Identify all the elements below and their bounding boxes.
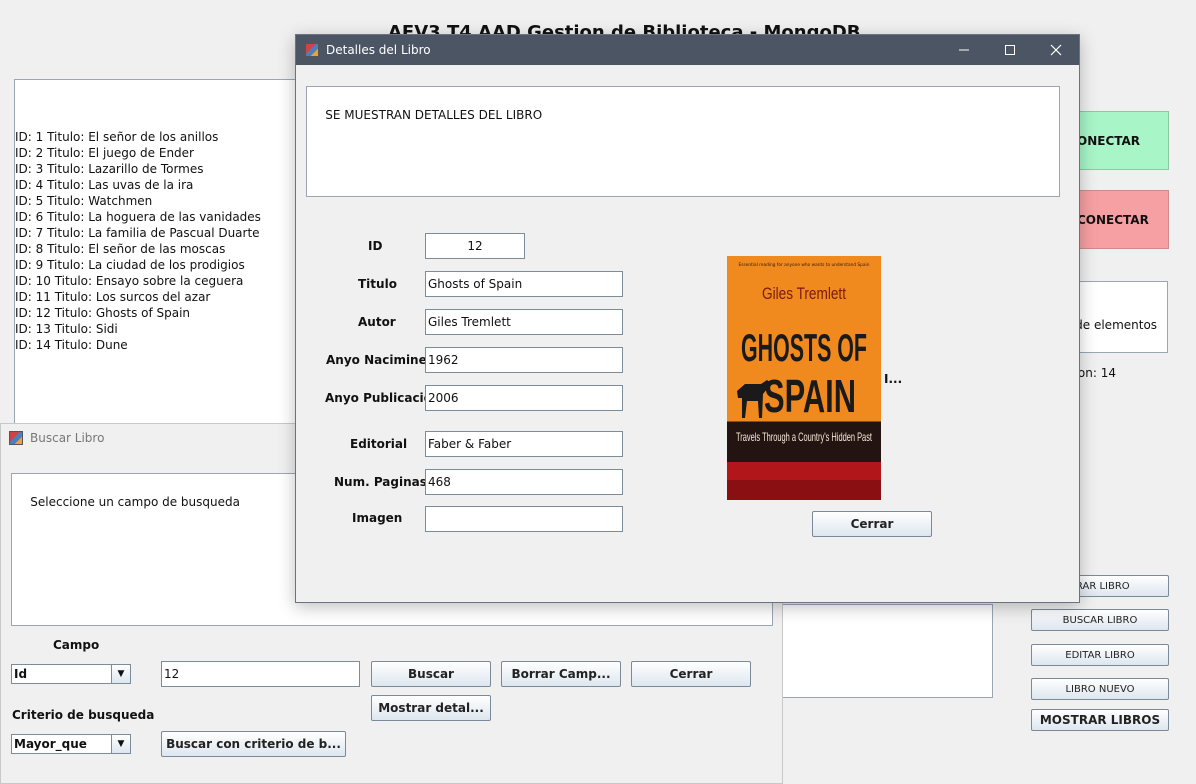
buscar-title: Buscar Libro	[30, 431, 105, 445]
cover-title-2: SPAIN	[764, 370, 856, 422]
connect-label: ONECTAR	[1077, 133, 1141, 148]
criterio-select[interactable]: Mayor_que ▼	[11, 734, 131, 754]
book-list-item: ID: 6 Titulo: La hoguera de las vanidade…	[15, 210, 261, 224]
app-icon	[9, 431, 23, 445]
info-line-1: l de elementos	[1068, 318, 1158, 332]
buscar-button[interactable]: Buscar	[371, 661, 491, 687]
editorial-field[interactable]: Faber & Faber	[425, 431, 623, 457]
book-list-item: ID: 12 Titulo: Ghosts of Spain	[15, 306, 191, 320]
detalles-window: Detalles del Libro SE MUESTRAN DETALLES …	[295, 34, 1080, 603]
info-line-2: cion: 14	[1068, 366, 1117, 380]
campo-select[interactable]: Id ▼	[11, 664, 131, 684]
borrar-campo-button[interactable]: Borrar Camp...	[501, 661, 621, 687]
campo-select-value: Id	[14, 667, 28, 681]
cerrar-detalles-button[interactable]: Cerrar	[812, 511, 932, 537]
chevron-down-icon: ▼	[111, 735, 130, 753]
detalles-message[interactable]: SE MUESTRAN DETALLES DEL LIBRO	[306, 86, 1060, 197]
main-lower-panel	[780, 604, 993, 698]
campo-label: Campo	[53, 638, 100, 652]
titulo-label: Titulo	[358, 277, 397, 291]
book-list-item: ID: 7 Titulo: La familia de Pascual Duar…	[15, 226, 260, 240]
buscar-criterio-button[interactable]: Buscar con criterio de b...	[161, 731, 346, 757]
detalles-title: Detalles del Libro	[326, 43, 431, 57]
cover-label: I...	[884, 372, 903, 386]
book-list-item: ID: 8 Titulo: El señor de las moscas	[15, 242, 226, 256]
book-list-item: ID: 1 Titulo: El señor de los anillos	[15, 130, 219, 144]
paginas-label: Num. Paginas	[334, 475, 427, 489]
editorial-label: Editorial	[350, 437, 408, 451]
connect-button[interactable]: ONECTAR	[1076, 111, 1169, 170]
id-label: ID	[368, 239, 383, 253]
cerrar-buscar-button[interactable]: Cerrar	[631, 661, 751, 687]
cover-subtitle: Travels Through a Country's Hidden Past	[736, 430, 872, 444]
search-input-value: 12	[164, 667, 180, 681]
publicacion-field[interactable]: 2006	[425, 385, 623, 411]
close-icon[interactable]	[1048, 43, 1064, 57]
disconnect-label: CONECTAR	[1077, 212, 1149, 227]
book-list-item: ID: 3 Titulo: Lazarillo de Tormes	[15, 162, 204, 176]
disconnect-button[interactable]: CONECTAR	[1076, 190, 1169, 249]
nacimiento-label: Anyo Nacimineto	[326, 353, 441, 367]
books-items: ID: 1 Titulo: El señor de los anillos ID:…	[15, 129, 304, 353]
book-list-item: ID: 11 Titulo: Los surcos del azar	[15, 290, 211, 304]
imagen-label: Imagen	[352, 511, 403, 525]
autor-label: Autor	[358, 315, 396, 329]
cover-title-1: GHOSTS OF	[741, 327, 867, 370]
mostrar-detalles-button[interactable]: Mostrar detal...	[371, 695, 491, 721]
book-cover-image: Essential reading for anyone who wants t…	[727, 256, 881, 500]
book-list-item: ID: 4 Titulo: Las uvas de la ira	[15, 178, 194, 192]
minimize-icon[interactable]	[956, 43, 972, 57]
criterio-select-value: Mayor_que	[14, 737, 87, 751]
detalles-titlebar: Detalles del Libro	[296, 35, 1079, 65]
info-panel: l de elementos cion: 14	[1068, 281, 1168, 380]
maximize-icon[interactable]	[1002, 43, 1018, 57]
detalles-message-text: SE MUESTRAN DETALLES DEL LIBRO	[325, 108, 543, 122]
imagen-field[interactable]	[425, 506, 623, 532]
nacimiento-field[interactable]: 1962	[425, 347, 623, 373]
cover-tagline: Essential reading for anyone who wants t…	[739, 262, 870, 268]
book-list-item: ID: 13 Titulo: Sidi	[15, 322, 118, 336]
editar-libro-button[interactable]: EDITAR LIBRO	[1031, 644, 1169, 666]
book-cover-art: Essential reading for anyone who wants t…	[727, 256, 881, 500]
buscar-libro-button[interactable]: BUSCAR LIBRO	[1031, 609, 1169, 631]
buscar-output-text: Seleccione un campo de busqueda	[30, 495, 240, 509]
titulo-field[interactable]: Ghosts of Spain	[425, 271, 623, 297]
mostrar-libros-button[interactable]: MOSTRAR LIBROS	[1031, 709, 1169, 731]
app-icon	[305, 43, 319, 57]
chevron-down-icon: ▼	[111, 665, 130, 683]
search-input[interactable]: 12	[161, 661, 360, 687]
cover-author: Giles Tremlett	[762, 284, 846, 303]
paginas-field[interactable]: 468	[425, 469, 623, 495]
autor-field[interactable]: Giles Tremlett	[425, 309, 623, 335]
criterio-label: Criterio de busqueda	[12, 708, 155, 722]
books-list[interactable]: ID: 1 Titulo: El señor de los anillos ID:…	[14, 79, 304, 431]
publicacion-label: Anyo Publicacion	[325, 391, 441, 405]
book-list-item: ID: 9 Titulo: La ciudad de los prodigios	[15, 258, 245, 272]
id-field[interactable]: 12	[425, 233, 525, 259]
book-list-item: ID: 14 Titulo: Dune	[15, 338, 128, 352]
book-list-item: ID: 10 Titulo: Ensayo sobre la ceguera	[15, 274, 244, 288]
book-list-item: ID: 2 Titulo: El juego de Ender	[15, 146, 194, 160]
libro-nuevo-button[interactable]: LIBRO NUEVO	[1031, 678, 1169, 700]
book-list-item: ID: 5 Titulo: Watchmen	[15, 194, 153, 208]
